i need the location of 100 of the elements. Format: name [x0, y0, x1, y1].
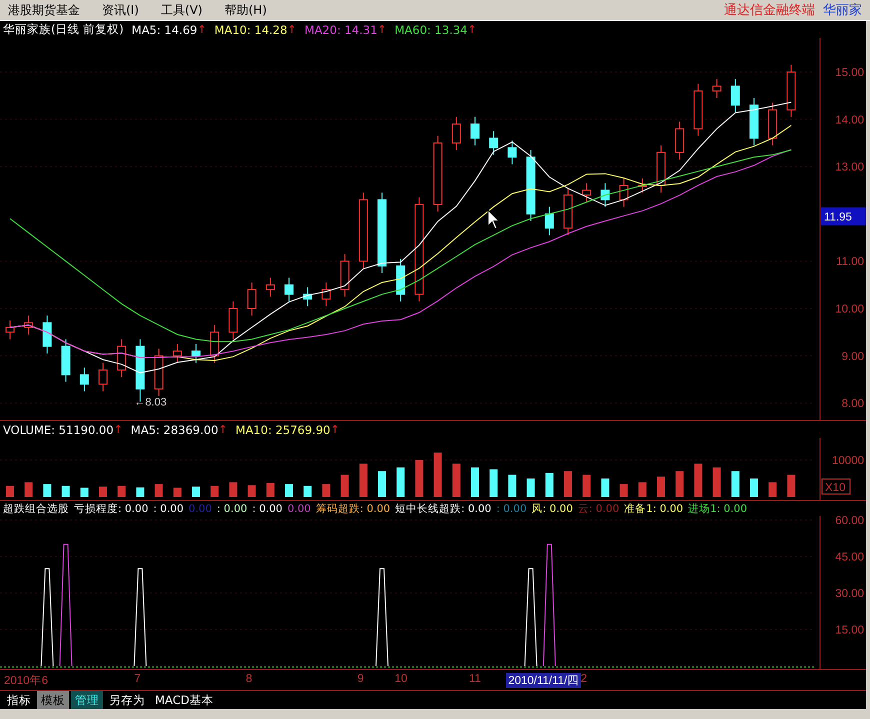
candlestick	[247, 282, 256, 316]
candlestick	[192, 343, 200, 364]
up-arrow: ↑	[218, 423, 228, 436]
candlestick	[228, 300, 238, 340]
axis-label: 13.00	[835, 162, 864, 174]
volume-bar	[582, 474, 591, 497]
axis-label: 14.00	[835, 114, 864, 126]
up-arrow: ↑	[197, 23, 206, 36]
date-label: 2	[580, 673, 587, 685]
volume-bar	[731, 471, 740, 497]
panel-tab[interactable]: 模板	[37, 691, 69, 709]
candlestick	[619, 178, 628, 208]
candlestick	[61, 338, 70, 382]
candlestick	[526, 150, 536, 222]
volume-bar	[210, 486, 219, 497]
legend-value: 准备1: 0.00	[624, 502, 684, 516]
legend-value: 华丽家族(日线 前复权)	[3, 22, 124, 37]
panel-tab[interactable]: 管理	[71, 691, 103, 709]
volume-bar	[378, 471, 386, 497]
volume-bar	[359, 464, 368, 497]
candlestick	[303, 286, 312, 307]
axis-label: 11.00	[836, 256, 864, 268]
candlestick	[452, 116, 461, 151]
up-arrow: ↑	[330, 423, 340, 436]
candlestick	[638, 178, 647, 194]
candlestick	[508, 140, 517, 165]
candlestick	[470, 116, 480, 146]
candlestick	[768, 102, 778, 146]
legend-value: MA5: 14.69	[132, 22, 198, 36]
legend-value: 0.00	[287, 502, 311, 514]
menu-item[interactable]: 港股期货基金	[8, 2, 80, 18]
candlestick	[582, 182, 592, 203]
candlestick	[656, 144, 666, 194]
volume-bar	[248, 485, 256, 497]
candlestick	[675, 121, 684, 160]
axis-label: 30.00	[835, 588, 864, 600]
legend-value: 云: 0.00	[578, 502, 620, 516]
candlestick	[694, 83, 703, 136]
volume-bar	[192, 486, 200, 497]
volume-bar	[657, 476, 665, 497]
legend-value: MA5: 28369.00	[130, 422, 218, 436]
volume-bar	[99, 486, 107, 497]
menu-item[interactable]: 帮助(H)	[224, 2, 267, 18]
volume-bar	[620, 484, 628, 497]
volume-bar	[601, 478, 610, 497]
date-label: 7	[134, 673, 141, 685]
volume-bar	[6, 486, 14, 497]
volume-bar	[415, 460, 424, 497]
low-price-label: ←8.03	[134, 396, 167, 409]
volume-bar	[750, 478, 758, 497]
menu-item[interactable]: 工具(V)	[160, 2, 202, 18]
candlestick	[6, 320, 14, 340]
candlestick	[322, 282, 331, 307]
axis-label: 15.00	[835, 67, 864, 79]
candlestick	[98, 362, 108, 392]
axis-label: 10000	[832, 455, 864, 467]
date-label: 2010/11/11/四	[506, 673, 582, 688]
legend-value: : 0.00	[153, 502, 184, 514]
up-arrow: ↑	[467, 23, 477, 36]
candlestick	[80, 367, 89, 392]
candlestick	[712, 78, 722, 99]
volume-bar	[564, 471, 572, 497]
candlestick	[786, 64, 796, 118]
candlestick	[210, 324, 220, 364]
volume-bar	[24, 482, 33, 497]
date-label: 10	[394, 673, 408, 685]
volume-bar	[638, 482, 646, 497]
legend-value: 超跌组合选股	[3, 502, 69, 516]
volume-bar	[526, 478, 535, 497]
volume-bar	[471, 467, 479, 497]
legend-value: MA10: 14.28	[214, 22, 288, 36]
volume-bar	[304, 486, 312, 497]
axis-label: 9.00	[842, 350, 864, 363]
legend-value: 风: 0.00	[532, 502, 573, 516]
axis-label: 15.00	[835, 624, 864, 636]
volume-bar	[43, 484, 52, 497]
volume-bar	[118, 486, 126, 497]
legend-value: : 0.00	[216, 502, 248, 514]
candlestick	[489, 130, 498, 156]
volume-bar	[285, 484, 293, 497]
candlestick	[117, 338, 126, 378]
mouse-pointer-icon	[488, 208, 500, 230]
volume-bar	[694, 464, 702, 497]
date-label: 9	[357, 673, 364, 685]
candlestick	[396, 258, 406, 302]
legend-value: : 0.00	[252, 502, 282, 514]
legend-value: : 0.00	[496, 502, 527, 514]
candlestick	[154, 348, 164, 396]
volume-bar	[434, 452, 442, 497]
volume-bar	[490, 469, 498, 497]
app-title: 通达信金融终端	[724, 2, 815, 19]
volume-bar	[787, 474, 796, 497]
up-arrow: ↑	[114, 423, 123, 436]
legend-value: VOLUME: 51190.00	[3, 422, 114, 436]
axis-label: 10.00	[835, 304, 864, 316]
volume-bar	[322, 484, 330, 497]
up-arrow: ↑	[287, 23, 297, 36]
candlestick	[730, 78, 740, 113]
menu-item[interactable]: 资讯(I)	[102, 2, 139, 18]
volume-bar	[676, 471, 684, 497]
